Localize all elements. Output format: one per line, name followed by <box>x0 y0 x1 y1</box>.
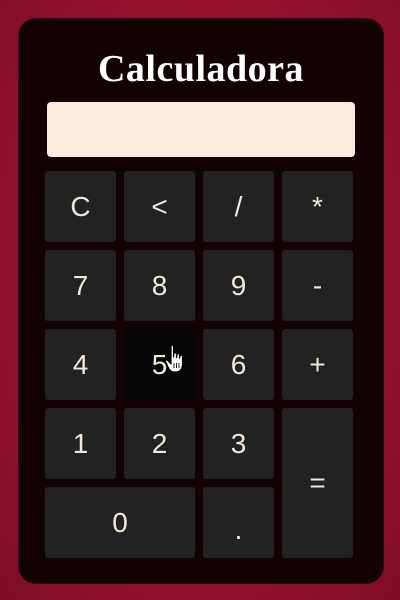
decimal-button[interactable]: . <box>203 487 274 558</box>
digit-5-button[interactable]: 5 <box>124 329 195 400</box>
minus-button[interactable]: - <box>282 250 353 321</box>
clear-button[interactable]: C <box>45 171 116 242</box>
backspace-button[interactable]: < <box>124 171 195 242</box>
app-title: Calculadora <box>97 48 305 90</box>
display-input[interactable] <box>47 102 355 157</box>
digit-0-button[interactable]: 0 <box>45 487 195 558</box>
digit-1-button[interactable]: 1 <box>45 408 116 479</box>
digit-4-button[interactable]: 4 <box>45 329 116 400</box>
digit-8-button[interactable]: 8 <box>124 250 195 321</box>
calculator-panel: Calculadora C < / * 7 8 9 - 4 5 6 + 1 2 … <box>18 18 384 584</box>
digit-6-button[interactable]: 6 <box>203 329 274 400</box>
equals-button[interactable]: = <box>282 408 353 558</box>
plus-button[interactable]: + <box>282 329 353 400</box>
digit-9-button[interactable]: 9 <box>203 250 274 321</box>
divide-button[interactable]: / <box>203 171 274 242</box>
multiply-button[interactable]: * <box>282 171 353 242</box>
digit-7-button[interactable]: 7 <box>45 250 116 321</box>
digit-3-button[interactable]: 3 <box>203 408 274 479</box>
digit-2-button[interactable]: 2 <box>124 408 195 479</box>
